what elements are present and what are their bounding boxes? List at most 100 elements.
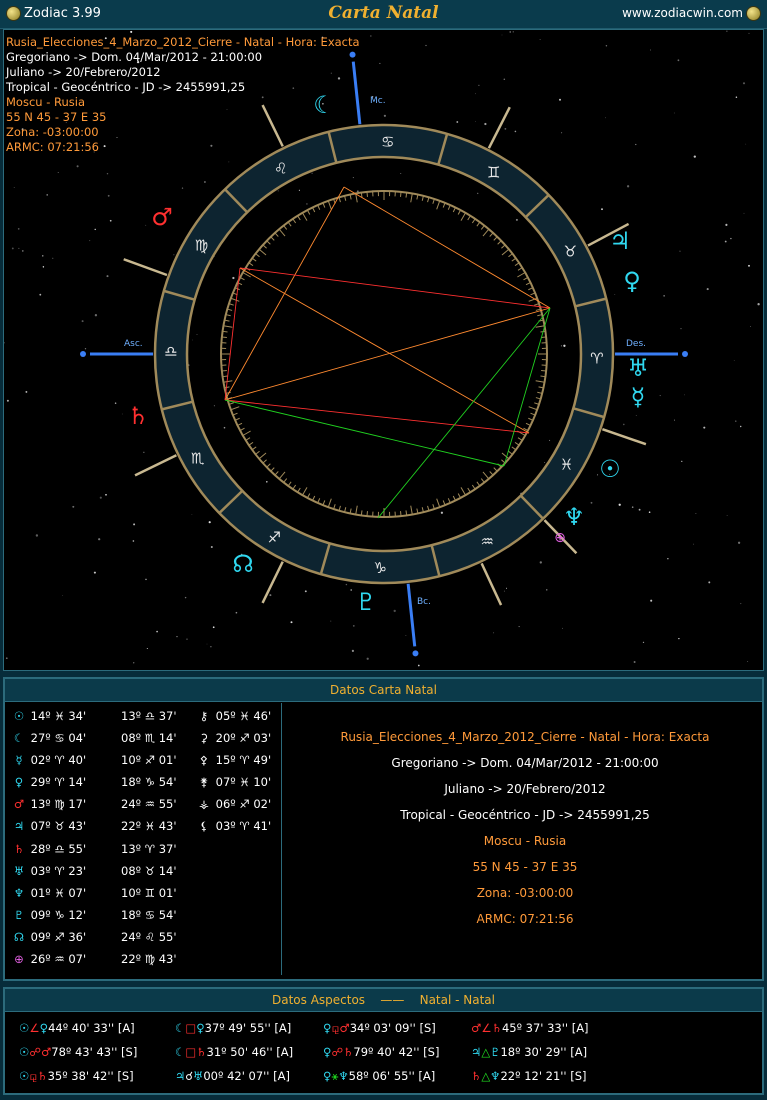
saturn-glyph[interactable]: ♄: [127, 402, 149, 430]
aspect-orb: 78º 43' 43'' [S]: [51, 1045, 138, 1059]
position-degrees: 27º: [27, 731, 55, 746]
sign-glyph-leo: ♌: [274, 160, 287, 178]
aspect-symbol: ☍: [331, 1045, 344, 1059]
position-sign: ♍: [144, 952, 159, 967]
venus-glyph[interactable]: ♀: [623, 267, 641, 295]
position-sign: ♓: [54, 885, 69, 900]
ic-arrowhead: [412, 650, 419, 657]
position-cell: ⚸ 03º ♈ 41': [196, 819, 271, 833]
aspects-panel: Datos Aspectos —— Natal - Natal ☉ ∠ ♀44º…: [3, 987, 764, 1095]
position-degrees: 13º: [27, 797, 55, 812]
position-planet-symbol: ♀: [14, 775, 24, 790]
position-minutes: 01': [158, 885, 177, 900]
position-planet-symbol: ⚴: [199, 753, 209, 768]
aspect-entry: ♃ △ ♇18º 30' 29'' [A]: [471, 1045, 587, 1059]
position-cell: 22º ♓ 43': [121, 819, 176, 833]
position-minutes: 55': [158, 929, 177, 944]
position-planet-symbol: ⚷: [199, 709, 209, 723]
position-sign: ♒: [54, 952, 69, 967]
position-sign: ♎: [144, 709, 159, 723]
summary-line: Tropical - Geocéntrico - JD -> 2455991,2…: [400, 808, 650, 822]
position-sign: ♓: [144, 819, 159, 834]
position-cell: 13º ♎ 37': [121, 709, 176, 723]
position-cell: ♇ 09º ♑ 12': [11, 908, 86, 922]
position-cell: ⊕ 26º ♒ 07': [11, 952, 86, 966]
uranus-glyph[interactable]: ♅: [627, 354, 649, 382]
position-degrees: 26º: [27, 952, 55, 967]
position-minutes: 10': [253, 775, 272, 790]
moon-glyph[interactable]: ☾: [313, 91, 335, 119]
position-degrees: 05º: [212, 709, 240, 723]
position-minutes: 54': [158, 907, 177, 922]
north-node-glyph[interactable]: ☊: [232, 550, 253, 578]
aspect-planet-1: ☉: [19, 1069, 30, 1083]
aspect-symbol: ∠: [481, 1021, 492, 1035]
position-minutes: 23': [68, 863, 87, 878]
aspect-orb: 35º 38' 42'' [S]: [47, 1069, 134, 1083]
natal-wheel[interactable]: ♈ ♉ ♊ ♋ ♌ ♍ ♎ ♏ ♐ ♑ ♒ ♓ Asc. Des. Mc. Bc. ☾ ♃ ♀ ♅☿ ☉ ♆⊕ ♇ ☊ ♄ ♂: [4, 30, 764, 671]
close-icon[interactable]: [746, 6, 761, 21]
degree-tick: [221, 370, 227, 372]
aspect-entry: ☾ □ ♀37º 49' 55'' [A]: [175, 1021, 291, 1035]
pluto-glyph[interactable]: ♇: [355, 588, 377, 616]
aspect-orb: 22º 12' 21'' [S]: [500, 1069, 587, 1083]
aspect-planet-1: ☉: [19, 1021, 30, 1035]
part-of-fortune-glyph[interactable]: ⊕: [554, 530, 566, 546]
position-planet-symbol: ⊕: [14, 952, 24, 967]
position-sign: ♐: [54, 929, 69, 944]
sign-glyph-pisces: ♓: [560, 456, 573, 474]
aspect-symbol: ☍: [29, 1045, 41, 1059]
position-planet-symbol: ♆: [13, 885, 25, 900]
aspect-symbol: □: [185, 1021, 197, 1035]
aspect-symbol: ∠: [29, 1021, 40, 1035]
degree-tick: [405, 192, 408, 198]
sun-glyph[interactable]: ☉: [599, 455, 621, 483]
aspect-planet-2: ♅: [193, 1069, 204, 1083]
position-degrees: 18º: [121, 907, 145, 922]
position-minutes: 17': [68, 797, 87, 812]
position-minutes: 34': [68, 709, 87, 723]
position-sign: ♓: [54, 709, 69, 723]
position-planet-symbol: ♃: [13, 819, 25, 834]
mars-glyph[interactable]: ♂: [151, 203, 173, 231]
position-cell: ⚶ 06º ♐ 02': [196, 797, 271, 811]
position-planet-symbol: ⚶: [199, 797, 209, 812]
position-degrees: 10º: [121, 885, 145, 900]
des-label: Des.: [626, 339, 646, 349]
position-sign: ♈: [239, 753, 254, 768]
position-minutes: 03': [253, 731, 272, 746]
aspect-planet-1: ♃: [175, 1069, 186, 1083]
aspect-planet-1: ♀: [323, 1045, 332, 1059]
aspect-planet-2: ♄: [37, 1069, 48, 1083]
summary-line: Juliano -> 20/Febrero/2012: [444, 782, 606, 796]
aspect-symbol: △: [481, 1069, 491, 1083]
position-minutes: 14': [68, 775, 87, 790]
position-cell: ☾ 27º ♋ 04': [11, 731, 86, 745]
position-minutes: 46': [253, 709, 272, 723]
aspect-entry: ♀ ⚼ ♂34º 03' 09'' [S]: [323, 1021, 436, 1036]
position-degrees: 07º: [212, 775, 240, 790]
aspect-symbol: ⚼: [29, 1069, 38, 1083]
position-sign: ♈: [239, 819, 254, 834]
position-planet-symbol: ☊: [13, 929, 25, 944]
house-cusp-line: [480, 562, 503, 606]
degree-tick: [366, 511, 368, 517]
jupiter-glyph[interactable]: ♃: [609, 227, 631, 255]
position-degrees: 01º: [27, 885, 55, 900]
aspect-planet-2: ♆: [490, 1069, 501, 1083]
degree-tick: [541, 370, 547, 372]
position-sign: ♐: [239, 731, 254, 746]
neptune-glyph[interactable]: ♆: [563, 503, 585, 531]
position-sign: ♉: [54, 819, 69, 834]
website-link[interactable]: www.zodiacwin.com: [622, 6, 743, 20]
aspect-planet-1: ♀: [323, 1069, 332, 1083]
aspect-symbol: □: [185, 1045, 197, 1059]
aspect-planet-2: ♄: [343, 1045, 354, 1059]
aspect-planet-2: ♇: [490, 1045, 501, 1059]
sign-glyph-virgo: ♍: [195, 236, 208, 254]
aspect-entry: ♄ △ ♆22º 12' 21'' [S]: [471, 1069, 587, 1083]
mercury-glyph[interactable]: ☿: [631, 383, 646, 411]
degree-tick: [222, 330, 228, 333]
position-cell: ♀ 29º ♈ 14': [11, 775, 86, 789]
position-cell: 22º ♍ 43': [121, 952, 176, 966]
